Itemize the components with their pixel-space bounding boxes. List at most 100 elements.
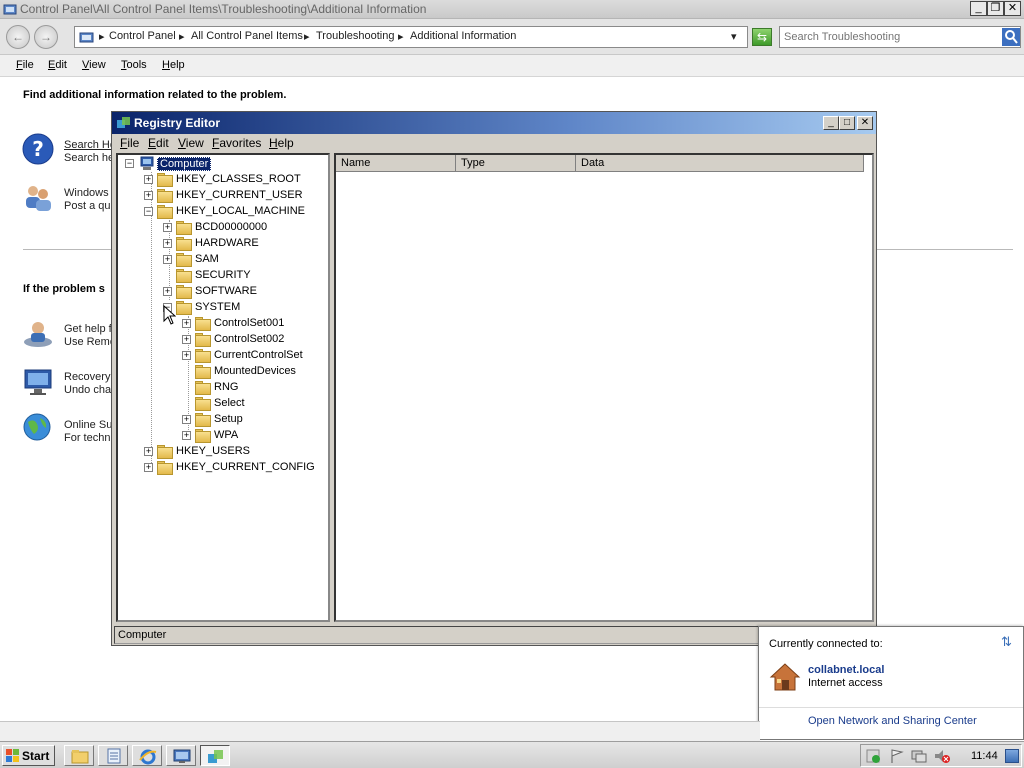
action-center-flag-icon[interactable] <box>889 748 905 764</box>
expand-icon[interactable]: + <box>144 175 153 184</box>
tree-node-currentcontrolset[interactable]: + CurrentControlSet <box>182 348 327 364</box>
regedit-close-button[interactable]: ✕ <box>857 116 873 130</box>
start-button[interactable]: Start <box>2 745 55 766</box>
tree-node-hkcc[interactable]: + HKEY_CURRENT_CONFIG <box>144 460 328 476</box>
refresh-icon[interactable]: ⇆ <box>752 28 772 46</box>
tree-node-setup[interactable]: + Setup <box>182 412 327 428</box>
expand-icon[interactable]: + <box>163 287 172 296</box>
tree-node-system[interactable]: − SYSTEM <box>163 300 323 316</box>
expand-icon[interactable]: + <box>182 431 191 440</box>
network-refresh-icon[interactable]: ⇅ <box>1001 634 1012 650</box>
search-icon[interactable] <box>1002 28 1020 46</box>
close-button[interactable]: ✕ <box>1004 1 1021 16</box>
tree-node-rng[interactable]: RNG <box>182 380 327 396</box>
tree-node-controlset002[interactable]: + ControlSet002 <box>182 332 327 348</box>
breadcrumb-separator[interactable]: ▸ <box>99 30 105 43</box>
breadcrumb-separator[interactable]: ▸ <box>179 30 185 43</box>
network-sharing-center-link[interactable]: Open Network and Sharing Center <box>808 715 977 727</box>
online-support-link[interactable]: Online Su <box>64 419 112 431</box>
expand-icon[interactable]: + <box>163 239 172 248</box>
search-input[interactable] <box>784 28 1000 46</box>
address-dropdown-icon[interactable]: ▾ <box>731 30 737 43</box>
collapse-icon[interactable]: − <box>144 207 153 216</box>
column-header-name[interactable]: Name <box>336 155 456 172</box>
minimize-button[interactable]: _ <box>970 1 987 16</box>
tree-node-computer[interactable]: − Computer <box>125 156 325 172</box>
tree-node-hkcu[interactable]: + HKEY_CURRENT_USER <box>144 188 324 204</box>
tree-node-security[interactable]: SECURITY <box>163 268 323 284</box>
tree-node-wpa[interactable]: + WPA <box>182 428 327 444</box>
tree-node-select[interactable]: Select <box>182 396 327 412</box>
back-button[interactable]: ← <box>6 25 30 49</box>
tree-node-controlset001[interactable]: + ControlSet001 <box>182 316 327 332</box>
windows-community-link[interactable]: Windows <box>64 187 109 199</box>
expand-icon[interactable]: + <box>163 255 172 264</box>
tree-node-hklm[interactable]: − HKEY_LOCAL_MACHINE <box>144 204 324 220</box>
menu-edit[interactable]: Edit <box>48 59 67 71</box>
forward-button[interactable]: → <box>34 25 58 49</box>
registry-values-pane[interactable]: Name Type Data <box>334 153 874 622</box>
taskbar-server-manager-button[interactable] <box>166 745 196 766</box>
volume-muted-icon[interactable] <box>933 748 951 764</box>
regedit-minimize-button[interactable]: _ <box>823 116 839 130</box>
search-help-link[interactable]: Search He <box>64 139 116 151</box>
tree-node-hardware[interactable]: + HARDWARE <box>163 236 323 252</box>
show-desktop-icon[interactable] <box>1005 749 1019 763</box>
menu-view[interactable]: View <box>82 59 106 71</box>
column-header-type[interactable]: Type <box>456 155 576 172</box>
get-help-link[interactable]: Get help f <box>64 323 112 335</box>
menu-help[interactable]: Help <box>162 59 185 71</box>
tree-node-sam[interactable]: + SAM <box>163 252 323 268</box>
expand-icon[interactable]: + <box>144 191 153 200</box>
column-header-data[interactable]: Data <box>576 155 864 172</box>
expand-icon[interactable]: + <box>182 319 191 328</box>
clock[interactable]: 11:44 <box>971 750 998 762</box>
registry-editor-window[interactable]: Registry Editor _ □ ✕ File Edit View Fav… <box>111 111 877 646</box>
expand-icon[interactable]: + <box>144 447 153 456</box>
regedit-menu-favorites[interactable]: Favorites <box>212 136 261 150</box>
expand-icon[interactable]: + <box>182 415 191 424</box>
breadcrumb-all-items[interactable]: All Control Panel Items <box>191 30 303 42</box>
users-icon <box>26 186 51 211</box>
expand-icon[interactable]: + <box>182 335 191 344</box>
internet-explorer-icon <box>139 749 157 765</box>
network-tray-icon[interactable] <box>911 748 927 764</box>
explorer-title-bar[interactable]: Control Panel\All Control Panel Items\Tr… <box>0 0 1024 19</box>
recovery-link[interactable]: Recovery <box>64 371 110 383</box>
tree-node-software[interactable]: + SOFTWARE <box>163 284 323 300</box>
expand-icon[interactable]: + <box>163 223 172 232</box>
regedit-maximize-button[interactable]: □ <box>839 116 855 130</box>
breadcrumb-separator[interactable]: ▸ <box>304 30 310 43</box>
remote-assistance-icon <box>24 322 52 347</box>
breadcrumb-additional-info[interactable]: Additional Information <box>410 30 516 42</box>
taskbar-regedit-button[interactable] <box>200 745 230 766</box>
tree-node-hku[interactable]: + HKEY_USERS <box>144 444 324 460</box>
expand-icon[interactable]: + <box>182 351 191 360</box>
taskbar-ie-button[interactable] <box>132 745 162 766</box>
regedit-title-bar[interactable]: Registry Editor _ □ ✕ <box>112 112 876 134</box>
folder-open-icon <box>176 301 192 315</box>
tree-label: RNG <box>214 381 239 393</box>
network-status-popup[interactable]: Currently connected to: ⇅ collabnet.loca… <box>758 626 1024 740</box>
taskbar-explorer-button[interactable] <box>64 745 94 766</box>
regedit-menu-edit[interactable]: Edit <box>148 136 169 150</box>
breadcrumb-control-panel[interactable]: Control Panel <box>109 30 176 42</box>
breadcrumb-separator[interactable]: ▸ <box>398 30 404 43</box>
taskbar-notepad-button[interactable] <box>98 745 128 766</box>
expand-icon[interactable]: + <box>144 463 153 472</box>
collapse-icon[interactable]: − <box>125 159 134 168</box>
menu-tools[interactable]: Tools <box>121 59 147 71</box>
tree-node-hkcr[interactable]: + HKEY_CLASSES_ROOT <box>144 172 324 188</box>
tree-node-mounteddevices[interactable]: MountedDevices <box>182 364 327 380</box>
menu-file[interactable]: File <box>16 59 34 71</box>
address-bar[interactable]: ▸ Control Panel ▸ All Control Panel Item… <box>74 26 748 48</box>
registry-tree-pane[interactable]: − Computer + HKEY_CLASSES_ROOT + HKEY_CU… <box>116 153 330 622</box>
security-shield-icon[interactable] <box>865 748 881 764</box>
regedit-menu-file[interactable]: File <box>120 136 139 150</box>
breadcrumb-troubleshooting[interactable]: Troubleshooting <box>316 30 394 42</box>
tree-node-bcd[interactable]: + BCD00000000 <box>163 220 323 236</box>
search-box[interactable] <box>779 26 1021 48</box>
regedit-menu-help[interactable]: Help <box>269 136 294 150</box>
regedit-menu-view[interactable]: View <box>178 136 204 150</box>
restore-button[interactable]: ❐ <box>987 1 1004 16</box>
